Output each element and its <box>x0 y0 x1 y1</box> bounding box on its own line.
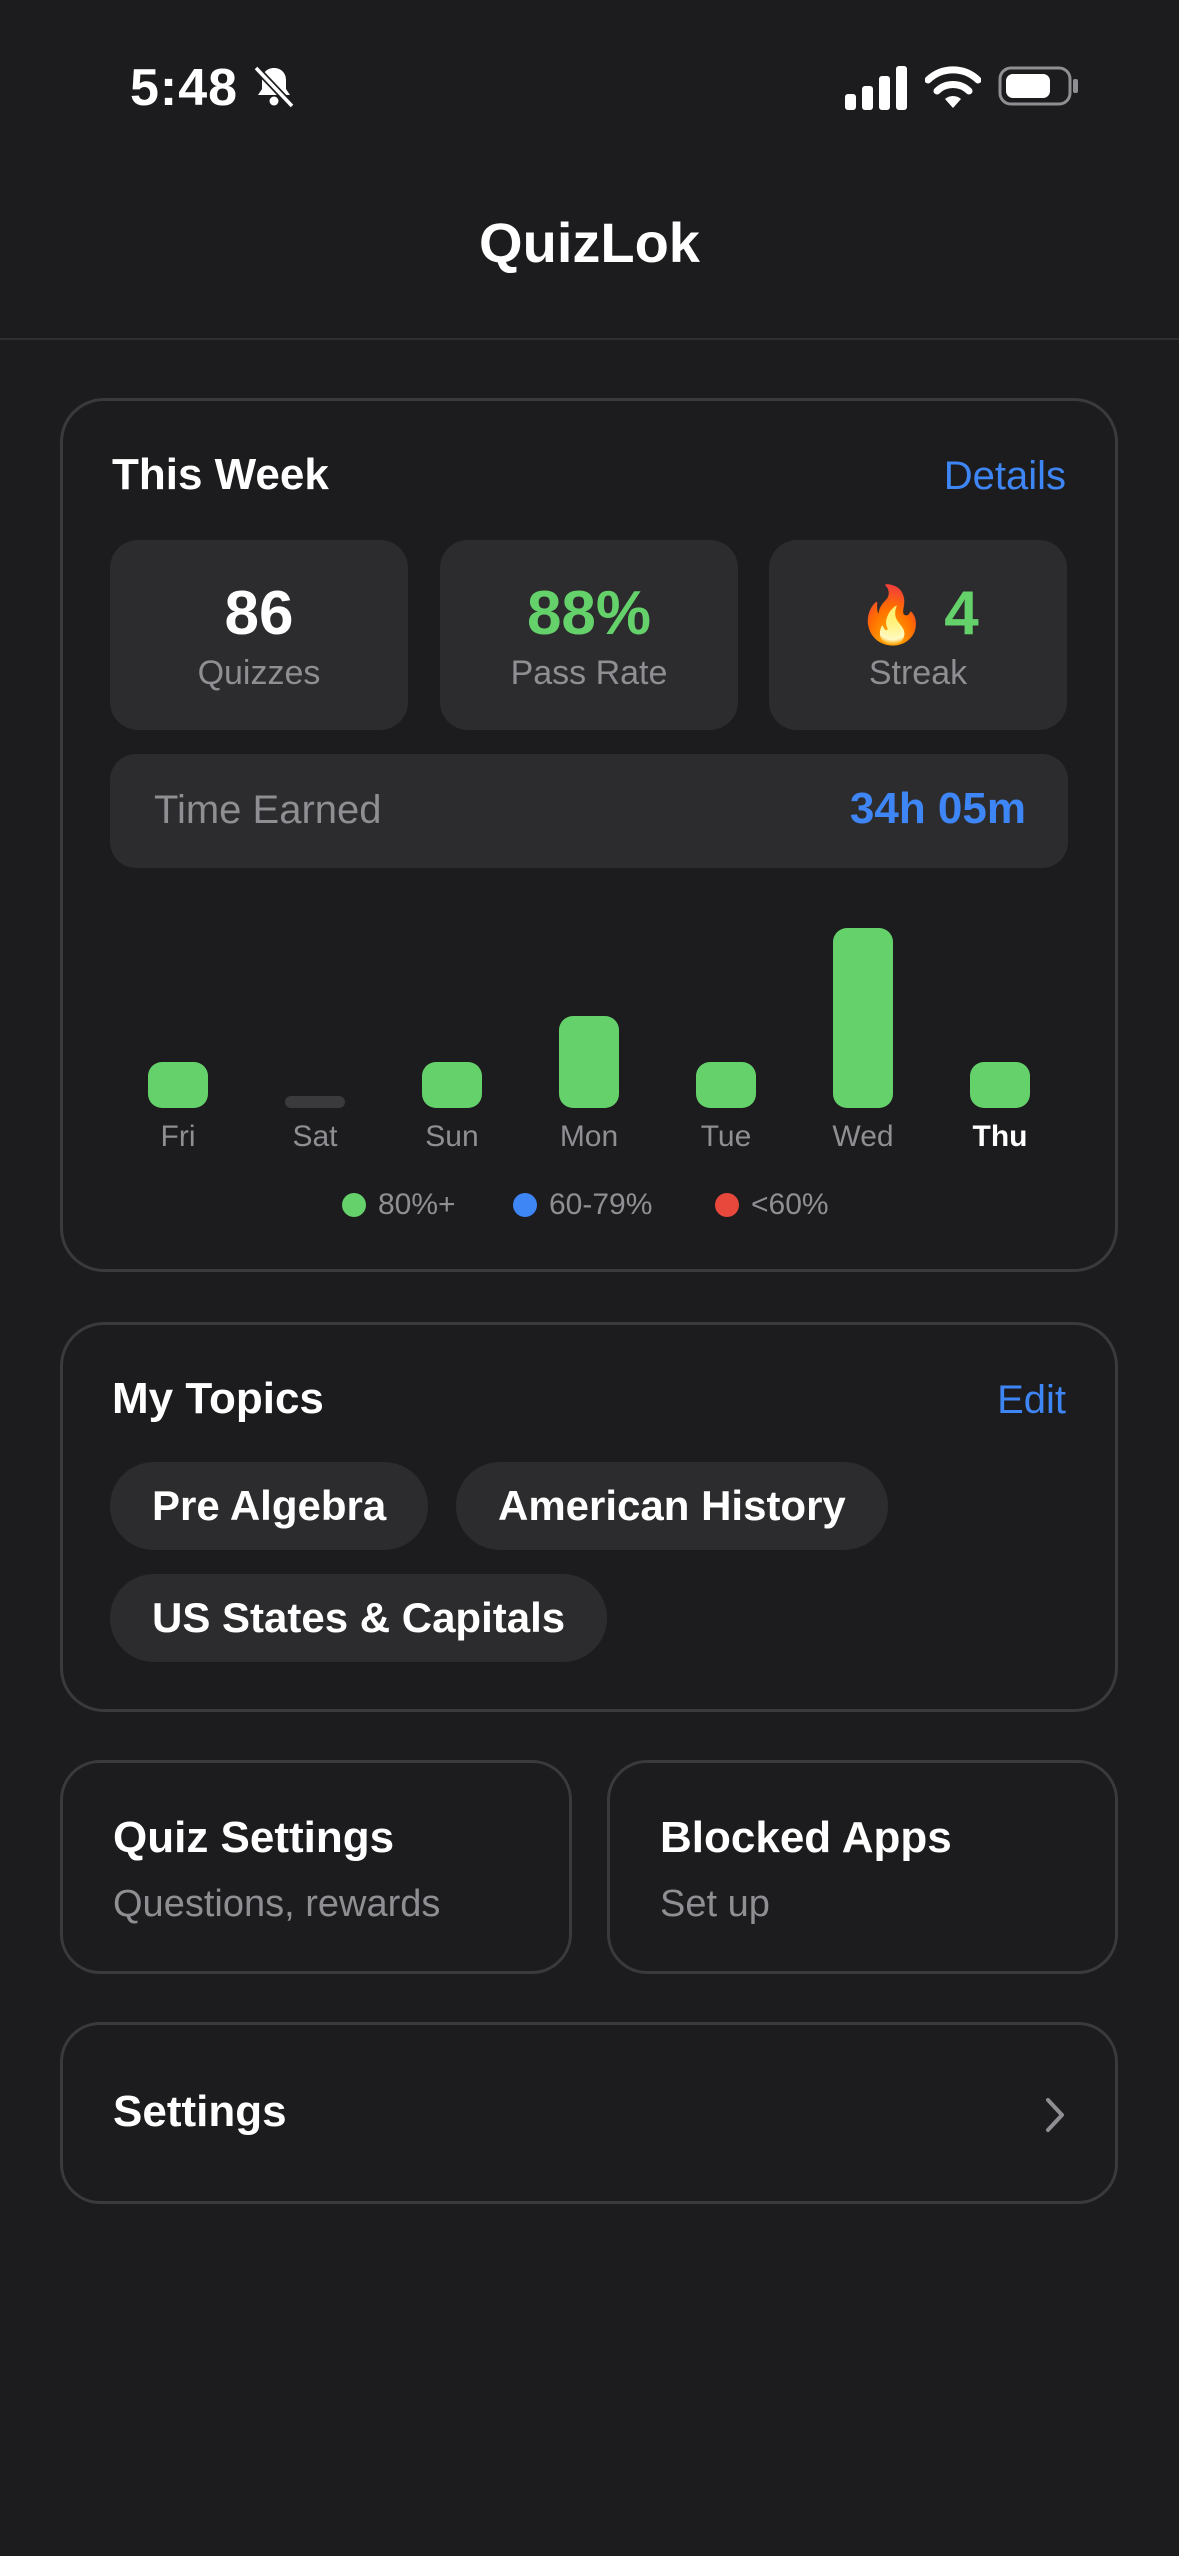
blocked-apps-title: Blocked Apps <box>660 1813 952 1862</box>
header-divider <box>0 338 1179 340</box>
legend-dot-red <box>715 1193 739 1217</box>
battery-icon <box>998 66 1078 106</box>
chart-bar-tue <box>696 1062 756 1108</box>
status-time: 5:48 <box>130 59 239 117</box>
stat-pass-rate: 88% Pass Rate <box>440 540 738 730</box>
stat-pass-rate-value: 88% <box>526 579 652 648</box>
stat-streak-value: 4 <box>944 579 979 648</box>
fire-icon: 🔥 <box>857 583 927 646</box>
time-earned-label: Time Earned <box>154 788 382 832</box>
stat-quizzes-label: Quizzes <box>197 654 321 692</box>
chart-day-label: Thu <box>972 1120 1028 1153</box>
legend-dot-green <box>342 1193 366 1217</box>
time-earned-row: Time Earned 34h 05m <box>110 754 1068 868</box>
chart-bar-wed <box>833 928 893 1108</box>
stat-streak-label: Streak <box>868 654 968 692</box>
settings-label: Settings <box>113 2087 287 2136</box>
settings-row[interactable]: Settings <box>60 2022 1118 2204</box>
time-earned-value: 34h 05m <box>849 784 1026 833</box>
chevron-right-icon <box>1046 2098 1064 2132</box>
chart-bar-fri <box>148 1062 208 1108</box>
chart-day-label: Sun <box>425 1120 479 1153</box>
legend-80-plus: 80%+ <box>342 1188 456 1222</box>
legend-label: 80%+ <box>378 1188 456 1221</box>
chart-day-label: Mon <box>559 1120 619 1153</box>
topic-chip[interactable]: US States & Capitals <box>110 1574 608 1662</box>
legend-label: 60-79% <box>549 1188 653 1221</box>
chart-bar-sat <box>285 1096 345 1108</box>
chart-bar-thu <box>970 1062 1030 1108</box>
edit-topics-link[interactable]: Edit <box>997 1378 1066 1423</box>
my-topics-title: My Topics <box>112 1374 324 1423</box>
stat-streak: 🔥 4 Streak <box>769 540 1067 730</box>
quiz-settings-card[interactable]: Quiz Settings Questions, rewards <box>60 1760 572 1974</box>
legend-label: <60% <box>751 1188 829 1221</box>
chart-bar-mon <box>559 1016 619 1108</box>
legend-below-60: <60% <box>715 1188 829 1222</box>
topic-chip[interactable]: American History <box>456 1462 888 1550</box>
stat-pass-rate-label: Pass Rate <box>510 654 668 692</box>
this-week-title: This Week <box>112 450 329 499</box>
quiz-settings-subtitle: Questions, rewards <box>113 1883 441 1925</box>
bell-slash-icon <box>253 65 295 109</box>
legend-60-79: 60-79% <box>513 1188 652 1222</box>
topic-chip[interactable]: Pre Algebra <box>110 1462 429 1550</box>
stat-quizzes: 86 Quizzes <box>110 540 408 730</box>
chart-day-label: Fri <box>160 1120 196 1153</box>
blocked-apps-card[interactable]: Blocked Apps Set up <box>607 1760 1118 1974</box>
chart-bar-sun <box>422 1062 482 1108</box>
app-title: QuizLok <box>479 211 700 274</box>
chart-day-label: Wed <box>832 1120 894 1153</box>
legend-dot-blue <box>513 1193 537 1217</box>
blocked-apps-subtitle: Set up <box>660 1883 770 1925</box>
wifi-icon <box>925 66 981 108</box>
quiz-settings-title: Quiz Settings <box>113 1813 395 1862</box>
details-link[interactable]: Details <box>944 454 1066 499</box>
stat-quizzes-value: 86 <box>224 579 294 648</box>
cellular-signal-icon <box>845 66 907 110</box>
chart-day-label: Tue <box>700 1120 752 1153</box>
chart-day-label: Sat <box>292 1120 338 1153</box>
